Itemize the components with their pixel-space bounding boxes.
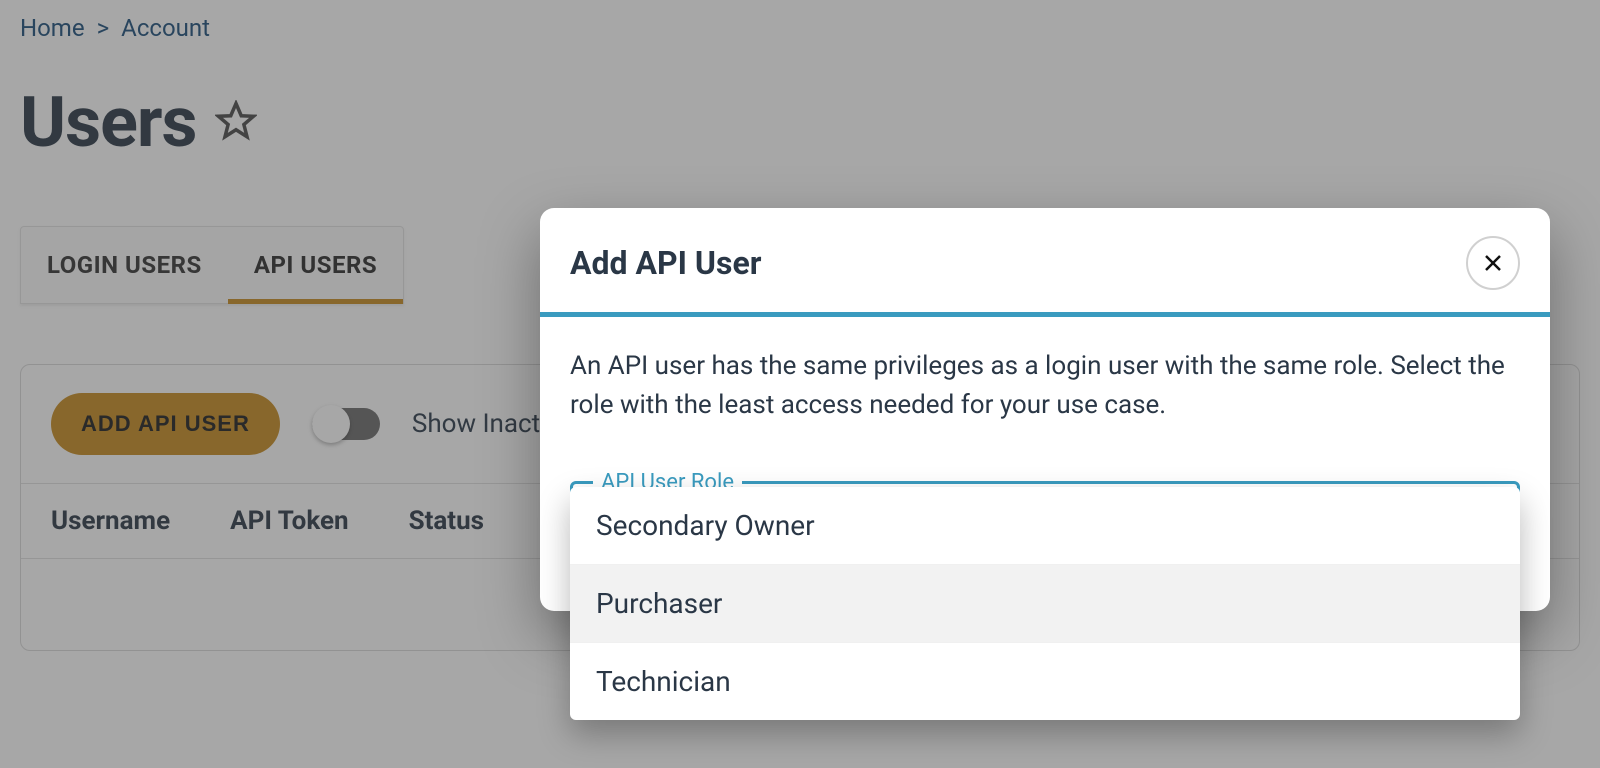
close-button[interactable] <box>1466 236 1520 290</box>
role-dropdown: Secondary Owner Purchaser Technician <box>570 487 1520 720</box>
add-api-user-modal: Add API User An API user has the same pr… <box>540 208 1550 611</box>
modal-header: Add API User <box>540 208 1550 317</box>
role-option-secondary-owner[interactable]: Secondary Owner <box>570 487 1520 565</box>
modal-description: An API user has the same privileges as a… <box>540 317 1550 451</box>
role-field: API User Role Secondary Owner Purchaser … <box>570 481 1520 611</box>
modal-title: Add API User <box>570 244 761 282</box>
close-icon <box>1481 251 1505 275</box>
page-root: Home > Account Users LOGIN USERS API USE… <box>0 0 1600 768</box>
role-option-purchaser[interactable]: Purchaser <box>570 565 1520 643</box>
role-option-technician[interactable]: Technician <box>570 643 1520 720</box>
